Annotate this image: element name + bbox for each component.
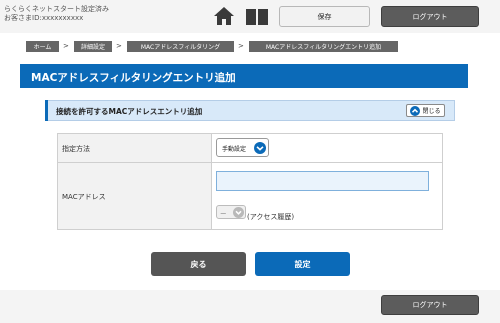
breadcrumb-home[interactable]: ホーム — [26, 41, 59, 52]
breadcrumb-separator: > — [116, 42, 122, 50]
breadcrumb-separator: > — [238, 42, 244, 50]
mac-address-input[interactable] — [216, 171, 429, 191]
access-history-select[interactable]: ー — [216, 205, 246, 219]
breadcrumb-mac-filtering[interactable]: MACアドレスフィルタリング — [127, 41, 234, 52]
header-logout-button[interactable]: ログアウト — [381, 6, 479, 27]
column-divider — [211, 133, 212, 230]
access-history-select-value: ー — [220, 210, 227, 218]
setup-status: らくらくネットスタート設定済み お客さまID:xxxxxxxxxx — [4, 5, 109, 23]
section-marker — [45, 100, 48, 121]
chevron-down-icon — [254, 142, 266, 154]
breadcrumb-separator: > — [63, 42, 69, 50]
submit-button[interactable]: 設定 — [255, 252, 350, 276]
method-select[interactable]: 手動設定 — [216, 138, 269, 157]
mac-address-label: MACアドレス — [62, 193, 106, 201]
chevron-down-icon — [233, 207, 244, 218]
method-label: 指定方法 — [62, 145, 90, 153]
save-button[interactable]: 保存 — [279, 6, 370, 27]
close-section-button[interactable]: 閉じる — [406, 104, 445, 117]
customer-id: お客さまID:xxxxxxxxxx — [4, 14, 109, 23]
page-title: MACアドレスフィルタリングエントリ追加 — [31, 72, 236, 84]
footer-logout-button[interactable]: ログアウト — [381, 295, 479, 315]
breadcrumb-advanced[interactable]: 詳細設定 — [74, 41, 112, 52]
breadcrumb-current: MACアドレスフィルタリングエントリ追加 — [249, 41, 398, 52]
customer-id-value: xxxxxxxxxx — [41, 14, 84, 22]
close-section-label: 閉じる — [422, 108, 441, 115]
method-select-value: 手動設定 — [222, 146, 247, 153]
chevron-up-icon — [410, 105, 421, 116]
customer-id-label: お客さまID: — [4, 14, 42, 22]
section-title: 接続を許可するMACアドレスエントリ追加 — [56, 107, 203, 116]
setup-status-text: らくらくネットスタート設定済み — [4, 5, 109, 13]
home-icon[interactable] — [213, 6, 235, 26]
back-button[interactable]: 戻る — [151, 252, 246, 276]
book-icon[interactable] — [245, 6, 269, 26]
access-history-label: (アクセス履歴) — [247, 213, 295, 221]
